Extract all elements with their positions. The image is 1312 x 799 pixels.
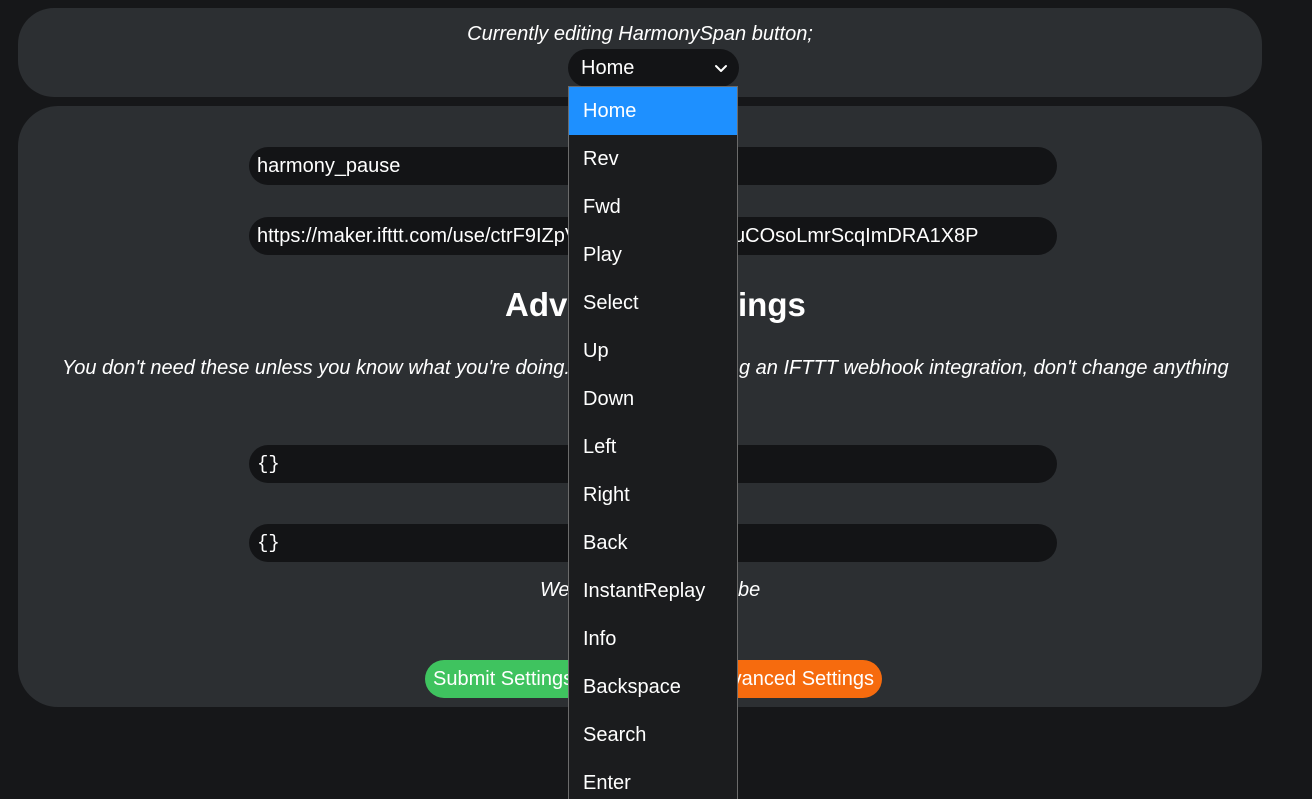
editing-label: Currently editing HarmonySpan button; [467,23,813,45]
button-select-dropdown[interactable]: Home Rev Fwd Play Select Up Down Left Right Back I… [568,86,738,799]
dropdown-option-info[interactable]: Info [569,615,737,663]
dropdown-option-back[interactable]: Back [569,519,737,567]
bottom-note-left: We [540,579,570,601]
body-json-value: {} [257,532,280,554]
advanced-note-right: g an IFTTT webhook integration, don't ch… [739,357,1229,379]
dropdown-option-down[interactable]: Down [569,375,737,423]
bottom-note-right: be [738,579,761,601]
advanced-note-left: You don't need these unless you know wha… [62,357,570,379]
dropdown-option-instantreplay[interactable]: InstantReplay [569,567,737,615]
dropdown-option-right[interactable]: Right [569,471,737,519]
advanced-heading-right: ings [738,286,806,323]
webhook-url-value: https://maker.ifttt.com/use/ctrF9IZpV [257,225,579,247]
button-selector-panel: Currently editing HarmonySpan button; Ho… [18,8,1262,97]
dropdown-option-select[interactable]: Select [569,279,737,327]
dropdown-option-up[interactable]: Up [569,327,737,375]
dropdown-option-backspace[interactable]: Backspace [569,663,737,711]
webhook-url-value-tail: uCOsoLmrScqImDRA1X8P [734,225,979,247]
dropdown-option-enter[interactable]: Enter [569,759,737,799]
dropdown-option-left[interactable]: Left [569,423,737,471]
advanced-heading-left: Adv [505,286,568,323]
chevron-down-icon [715,65,727,72]
dropdown-option-home[interactable]: Home [569,87,737,135]
dropdown-option-rev[interactable]: Rev [569,135,737,183]
page: Currently editing HarmonySpan button; Ho… [0,0,1312,799]
button-select[interactable]: Home [568,49,739,87]
button-select-value: Home [581,57,635,79]
dropdown-option-fwd[interactable]: Fwd [569,183,737,231]
dropdown-option-play[interactable]: Play [569,231,737,279]
event-name-value: harmony_pause [257,155,401,177]
headers-json-value: {} [257,453,280,475]
dropdown-option-search[interactable]: Search [569,711,737,759]
